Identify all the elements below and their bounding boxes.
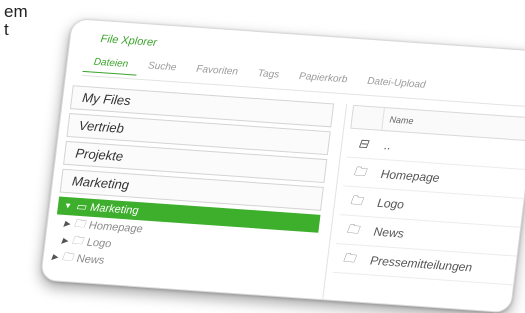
caret-down-icon[interactable]: ▼	[63, 197, 73, 215]
tab-favoriten[interactable]: Favoriten	[185, 63, 248, 83]
tab-dateien[interactable]: Dateien	[82, 55, 139, 76]
file-list: Name ⊟ .. 🗀 Homepage 🗀 Logo 🗀 News 🗀 Pre…	[322, 104, 525, 313]
tree-item-label: News	[76, 252, 106, 267]
file-row-name: ..	[383, 138, 392, 153]
file-explorer-window: File Xplorer Dateien Suche Favoriten Tag…	[39, 18, 525, 313]
tab-datei-upload[interactable]: Datei-Upload	[356, 75, 436, 96]
file-row-name: Pressemitteilungen	[369, 253, 473, 275]
folder-icon: 🗀	[61, 250, 74, 264]
caret-right-icon[interactable]: ▶	[61, 236, 68, 245]
folder-sidebar: My Files Vertrieb Projekte Marketing ▼ ▭…	[51, 85, 335, 283]
column-header-name[interactable]: Name	[381, 107, 415, 133]
caret-right-icon[interactable]: ▶	[51, 252, 58, 261]
folder-up-icon: ⊟	[357, 136, 370, 151]
tree-item-label: Marketing	[89, 201, 140, 218]
folder-icon: 🗀	[342, 250, 357, 265]
tab-tags[interactable]: Tags	[247, 67, 290, 86]
select-column[interactable]	[353, 117, 383, 119]
file-row-name: News	[372, 224, 405, 241]
caret-right-icon[interactable]: ▶	[63, 219, 70, 228]
folder-icon: 🗀	[353, 163, 367, 179]
app-title: File Xplorer	[99, 33, 158, 49]
file-row-name: Homepage	[379, 166, 441, 185]
folder-icon: 🗀	[346, 221, 360, 236]
tree-item-label: Logo	[86, 236, 113, 250]
file-row-name: Logo	[376, 195, 405, 212]
tab-papierkorb[interactable]: Papierkorb	[288, 70, 358, 91]
tab-suche[interactable]: Suche	[137, 60, 187, 79]
folder-open-icon: ▭	[75, 200, 88, 214]
folder-icon: 🗀	[349, 192, 364, 208]
tree-item-label: Homepage	[88, 219, 144, 235]
